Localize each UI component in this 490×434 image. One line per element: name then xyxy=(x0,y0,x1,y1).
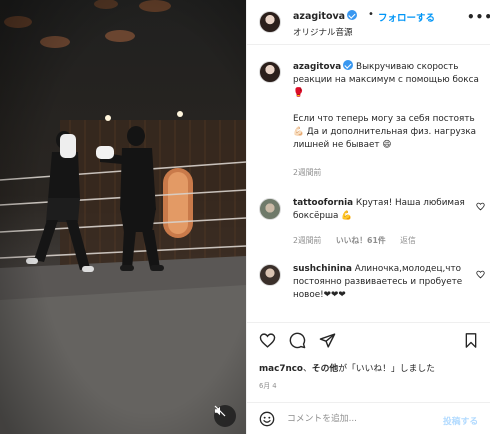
comment-input[interactable] xyxy=(287,410,437,428)
share-icon[interactable] xyxy=(319,332,336,349)
comment-username[interactable]: tattoofornia xyxy=(293,198,353,208)
likes-summary: mac7nco、その他が「いいね！」しました xyxy=(259,361,435,374)
heart-icon[interactable] xyxy=(259,332,276,349)
reply-button[interactable]: 返信 xyxy=(400,236,416,245)
add-comment-bar: 投稿する xyxy=(247,402,490,434)
follow-button[interactable]: フォローする xyxy=(378,10,435,24)
post-date[interactable]: 6月 4 xyxy=(259,380,277,390)
post-comment-button[interactable]: 投稿する xyxy=(443,414,478,427)
verified-icon xyxy=(343,60,354,70)
post-header: azagitova • フォローする オリジナル音源 ••• xyxy=(247,0,490,45)
comment-time[interactable]: 2週間前 xyxy=(293,236,321,245)
comment-icon[interactable] xyxy=(289,332,306,349)
comment-likes[interactable]: いいね！61件 xyxy=(336,236,386,245)
author-username[interactable]: azagitova xyxy=(293,10,358,22)
caption-meta: 2週間前 xyxy=(293,167,333,178)
caption-para-2: Если что теперь могу за себя постоять 💪🏻… xyxy=(293,114,477,150)
header-separator: • xyxy=(368,9,374,20)
likes-separator: 、 xyxy=(302,364,312,374)
author-username-text[interactable]: azagitova xyxy=(293,11,345,22)
comments-list[interactable]: azagitova Выкручиваю скорость реакции на… xyxy=(247,46,490,322)
audio-link[interactable]: オリジナル音源 xyxy=(293,26,353,38)
more-options-icon[interactable]: ••• xyxy=(467,10,490,24)
author-avatar[interactable] xyxy=(259,11,281,33)
likes-others-link[interactable]: その他 xyxy=(312,364,338,374)
comment-like-heart-icon[interactable] xyxy=(476,270,485,279)
comment-like-heart-icon[interactable] xyxy=(476,202,485,211)
liker-username[interactable]: mac7nco xyxy=(259,364,303,374)
comment-avatar[interactable] xyxy=(259,264,281,286)
caption-text: azagitova Выкручиваю скорость реакции на… xyxy=(293,60,479,152)
video-player[interactable] xyxy=(0,0,246,434)
comment-item: tattoofornia Крутая! Наша любимая боксёр… xyxy=(293,197,471,223)
caption-username[interactable]: azagitova xyxy=(293,62,341,72)
bookmark-icon[interactable] xyxy=(463,332,479,349)
comment-avatar[interactable] xyxy=(259,198,281,220)
verified-icon xyxy=(347,10,358,20)
caption-avatar[interactable] xyxy=(259,61,281,83)
post-actions: mac7nco、その他が「いいね！」しました 6月 4 xyxy=(247,322,490,402)
speaker-muted-icon xyxy=(214,405,226,417)
comment-username[interactable]: sushchinina xyxy=(293,264,352,274)
comment-item: sushchinina Алиночка,молодец,что постоян… xyxy=(293,263,471,302)
likes-suffix: が「いいね！」しました xyxy=(338,364,435,374)
boxing-video-frame xyxy=(0,0,246,434)
caption-time[interactable]: 2週間前 xyxy=(293,168,321,177)
mute-button[interactable] xyxy=(214,405,236,427)
comment-meta: 2週間前 いいね！61件 返信 xyxy=(293,235,428,246)
emoji-icon[interactable] xyxy=(259,411,275,427)
post-details-panel: azagitova • フォローする オリジナル音源 ••• azagitova… xyxy=(246,0,490,434)
